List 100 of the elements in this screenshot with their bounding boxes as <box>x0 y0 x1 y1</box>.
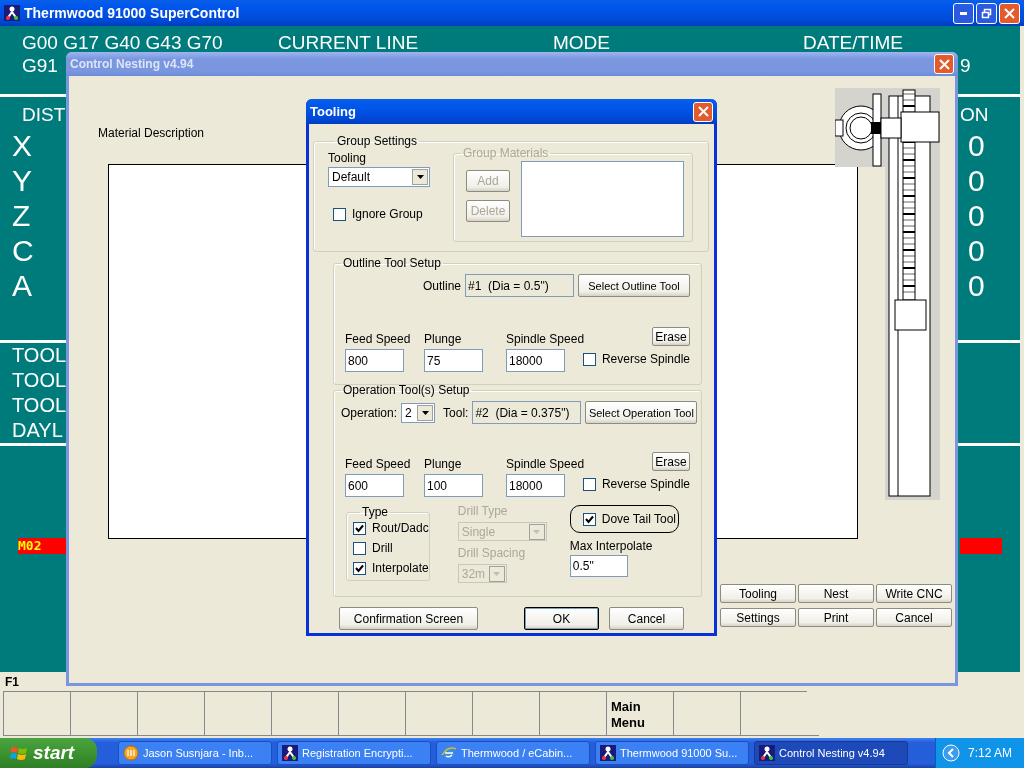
soft-key[interactable] <box>70 691 137 735</box>
input-field[interactable]: 75 <box>424 349 483 372</box>
restore-button[interactable] <box>976 2 997 24</box>
soft-key[interactable] <box>338 691 405 735</box>
input-field[interactable]: 600 <box>345 474 404 497</box>
gcode-text: G91 <box>22 56 58 76</box>
button[interactable]: Select Outline Tool <box>578 274 690 297</box>
column-header: DATE/TIME <box>803 33 903 53</box>
column-header: CURRENT LINE <box>278 33 419 53</box>
window-title: Thermwood 91000 SuperControl <box>24 5 241 21</box>
position-value: 0 <box>968 131 985 161</box>
checkbox-label: Rout/Dadc <box>372 521 429 535</box>
caret-icon <box>416 175 424 179</box>
button[interactable]: Confirmation Screen <box>339 607 478 630</box>
window-title: Control Nesting v4.94 <box>70 57 195 71</box>
checkbox-label: Interpolate <box>372 561 429 575</box>
caret-icon <box>493 571 501 576</box>
chevron-left-icon[interactable] <box>942 744 960 762</box>
position-label: ON <box>960 105 989 125</box>
close-icon <box>697 106 709 117</box>
restore-icon <box>981 7 992 19</box>
checkbox[interactable] <box>333 207 346 221</box>
field-label: Drill Type <box>457 504 509 518</box>
button[interactable]: Cancel <box>876 608 952 627</box>
group-label: Group Materials <box>462 146 550 160</box>
distance-label: DIST <box>22 105 66 125</box>
field-label: Operation: <box>341 405 398 420</box>
input-field[interactable]: 18000 <box>506 349 565 372</box>
checkbox-label: Drill <box>372 541 393 555</box>
button[interactable]: Nest <box>798 584 874 603</box>
button[interactable]: Select Operation Tool <box>585 401 698 424</box>
erase-button[interactable]: Erase <box>652 327 690 346</box>
button[interactable]: OK <box>524 607 599 630</box>
soft-key[interactable] <box>740 691 807 735</box>
input-field[interactable]: 800 <box>345 349 404 372</box>
field-label: Plunge <box>424 457 463 471</box>
minimize-icon <box>960 11 967 15</box>
axis-label: Y <box>12 166 32 196</box>
tool-field[interactable]: #1 (Dia = 0.5") <box>465 274 574 297</box>
axis-label: A <box>12 271 32 301</box>
button[interactable]: Tooling <box>720 584 796 603</box>
field-label: Outline <box>422 278 461 293</box>
field-label: Feed Speed <box>345 332 412 346</box>
soft-key[interactable] <box>673 691 740 735</box>
checkbox[interactable] <box>582 352 596 366</box>
button[interactable]: Write CNC <box>876 584 952 603</box>
tool-field[interactable]: #2 (Dia = 0.375") <box>472 401 582 424</box>
checkbox[interactable] <box>582 477 596 491</box>
position-value: 0 <box>968 236 985 266</box>
field-label: Max Interpolate <box>569 539 654 553</box>
close-button[interactable] <box>693 101 713 122</box>
caret-icon <box>533 529 541 534</box>
button[interactable]: Settings <box>720 608 796 627</box>
soft-key[interactable] <box>539 691 606 735</box>
taskbar-button[interactable]: Control Nesting v4.94 <box>754 741 908 765</box>
clock: 7:12 AM <box>968 746 1013 760</box>
taskbar-button[interactable]: Thermwood / eCabin... <box>436 741 590 765</box>
button[interactable]: Print <box>798 608 874 627</box>
soft-key[interactable] <box>405 691 472 735</box>
checkbox-label: Reverse Spindle <box>601 352 690 366</box>
app-icon <box>4 5 20 21</box>
app-icon <box>759 745 775 761</box>
soft-key[interactable] <box>472 691 539 735</box>
soft-key[interactable] <box>204 691 271 735</box>
taskbar-button[interactable]: Thermwood 91000 Su... <box>595 741 749 765</box>
taskbar-button[interactable]: Registration Encrypti... <box>277 741 431 765</box>
dropdown[interactable]: 2 <box>401 402 436 423</box>
group-label: Group Settings <box>336 134 419 148</box>
input-field[interactable]: 18000 <box>506 474 565 497</box>
field-label: Material Description <box>98 126 206 140</box>
field-label: Feed Speed <box>345 457 412 471</box>
taskbar-button[interactable]: Jason Susnjara - Inb... <box>118 741 272 765</box>
checkbox[interactable] <box>353 541 366 555</box>
checkbox[interactable] <box>353 521 366 535</box>
close-button[interactable] <box>934 54 954 74</box>
soft-key[interactable] <box>3 691 70 735</box>
mail-icon <box>123 745 139 761</box>
close-icon <box>938 58 950 70</box>
input-field[interactable]: 0.5" <box>569 555 628 577</box>
group-label: Type <box>361 506 389 519</box>
field-label: Plunge <box>424 332 463 346</box>
erase-button[interactable]: Erase <box>652 452 690 471</box>
button[interactable]: Cancel <box>609 607 684 630</box>
app-icon <box>600 745 616 761</box>
tool-label: DAYL <box>12 420 63 440</box>
start-button[interactable]: start <box>0 738 97 768</box>
group-label: Outline Tool Setup <box>342 256 442 270</box>
checkbox[interactable] <box>353 561 366 575</box>
soft-key[interactable]: Main Menu <box>606 691 673 735</box>
tool-label: TOOL <box>12 395 67 415</box>
soft-key[interactable] <box>271 691 338 735</box>
minimize-button[interactable] <box>953 2 974 24</box>
checkbox[interactable] <box>582 512 596 526</box>
checkbox-label: Dove Tail Tool <box>601 512 676 526</box>
position-value: 0 <box>968 166 985 196</box>
input-field[interactable]: 100 <box>424 474 483 497</box>
checkbox-label: Ignore Group <box>352 207 423 221</box>
close-button[interactable] <box>999 2 1020 24</box>
soft-key[interactable] <box>137 691 204 735</box>
dropdown[interactable]: Default <box>328 167 430 187</box>
